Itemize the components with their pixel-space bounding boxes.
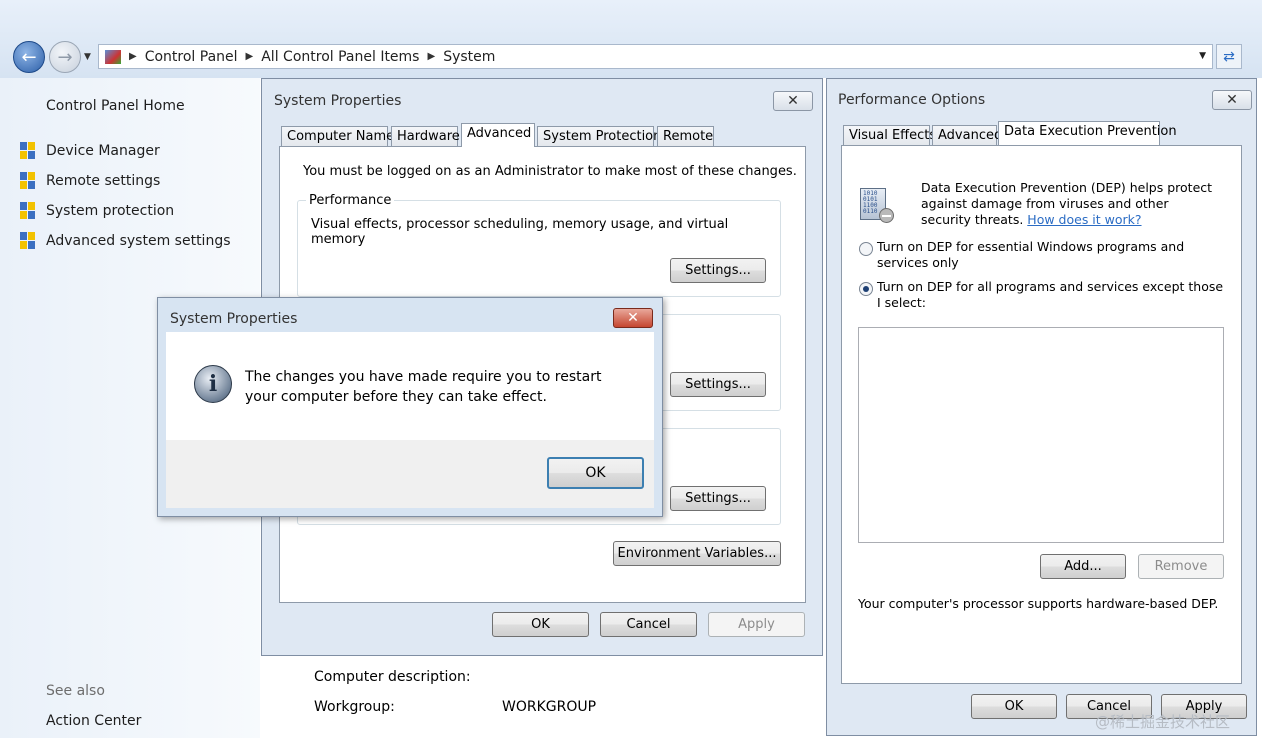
dep-exceptions-list[interactable] <box>858 327 1224 543</box>
see-also-heading: See also <box>46 683 105 699</box>
shield-icon <box>20 142 36 160</box>
tab-data-execution-prevention[interactable]: Data Execution Prevention <box>998 121 1177 145</box>
shield-icon <box>20 232 36 250</box>
close-button[interactable]: ✕ <box>773 91 813 111</box>
refresh-button[interactable]: ⇄ <box>1216 44 1242 69</box>
performance-settings-button[interactable]: Settings... <box>670 258 766 283</box>
dep-all-programs-label[interactable]: Turn on DEP for all programs and service… <box>877 279 1227 311</box>
control-panel-icon <box>105 49 121 64</box>
chevron-right-icon[interactable]: ▶ <box>246 51 254 62</box>
back-button[interactable]: ← <box>13 41 45 73</box>
dialog-title: System Properties <box>274 93 402 109</box>
forward-button[interactable]: → <box>49 41 81 73</box>
dialog-title: Performance Options <box>838 92 986 108</box>
refresh-icon: ⇄ <box>1223 48 1235 65</box>
startup-settings-button[interactable]: Settings... <box>670 486 766 511</box>
chevron-right-icon[interactable]: ▶ <box>129 51 137 62</box>
breadcrumb-system[interactable]: System <box>443 49 495 65</box>
remote-settings-link[interactable]: Remote settings <box>46 173 160 189</box>
device-manager-link[interactable]: Device Manager <box>46 143 160 159</box>
information-icon: i <box>194 365 232 403</box>
chevron-right-icon[interactable]: ▶ <box>427 51 435 62</box>
cancel-button[interactable]: Cancel <box>600 612 697 637</box>
watermark: @稀土掘金技术社区 <box>1095 713 1231 731</box>
back-arrow-icon: ← <box>21 46 37 68</box>
performance-description: Visual effects, processor scheduling, me… <box>311 217 729 247</box>
close-icon: ✕ <box>787 93 799 109</box>
address-dropdown-icon[interactable]: ▼ <box>1199 51 1206 61</box>
message-button-bar: OK <box>166 440 654 508</box>
dep-description: Data Execution Prevention (DEP) helps pr… <box>921 180 1217 228</box>
shield-icon <box>20 202 36 220</box>
ok-button[interactable]: OK <box>971 694 1057 719</box>
tab-system-protection[interactable]: System Protection <box>537 126 661 147</box>
admin-note: You must be logged on as an Administrato… <box>303 164 797 179</box>
user-profiles-settings-button[interactable]: Settings... <box>670 372 766 397</box>
environment-variables-button[interactable]: Environment Variables... <box>613 541 781 566</box>
dep-tab-panel: 1010 0101 1100 0110 Data Execution Preventi… <box>841 145 1242 684</box>
control-panel-home-link[interactable]: Control Panel Home <box>46 98 185 114</box>
dialog-title: System Properties <box>170 311 298 327</box>
dep-icon: 1010 0101 1100 0110 <box>858 186 896 224</box>
add-button[interactable]: Add... <box>1040 554 1126 579</box>
performance-legend: Performance <box>306 193 395 208</box>
restart-message-dialog: System Properties ✕ i The changes you ha… <box>157 297 663 517</box>
message-content: i The changes you have made require you … <box>166 332 654 440</box>
advanced-system-settings-link[interactable]: Advanced system settings <box>46 233 231 249</box>
breadcrumb-control-panel[interactable]: Control Panel <box>145 49 238 65</box>
tab-visual-effects[interactable]: Visual Effects <box>843 125 936 146</box>
forward-arrow-icon: → <box>57 46 73 68</box>
ok-button[interactable]: OK <box>547 457 644 489</box>
workgroup-value: WORKGROUP <box>502 699 597 715</box>
system-protection-link[interactable]: System protection <box>46 203 174 219</box>
close-button[interactable]: ✕ <box>613 308 653 328</box>
close-icon: ✕ <box>627 310 639 326</box>
performance-options-dialog: Performance Options ✕ Visual Effects Adv… <box>826 78 1257 736</box>
hardware-dep-note: Your computer's processor supports hardw… <box>858 596 1219 611</box>
dep-all-programs-radio[interactable] <box>859 282 873 296</box>
recent-pages-dropdown-icon[interactable]: ▼ <box>84 52 91 62</box>
remove-button[interactable]: Remove <box>1138 554 1224 579</box>
address-toolbar: ← → ▼ ▶ Control Panel ▶ All Control Pane… <box>0 0 1262 78</box>
action-center-link[interactable]: Action Center <box>46 713 141 729</box>
dep-essential-radio[interactable] <box>859 242 873 256</box>
tab-advanced[interactable]: Advanced <box>932 125 1002 146</box>
tab-computer-name[interactable]: Computer Name <box>281 126 394 147</box>
workgroup-label: Workgroup: <box>314 699 395 715</box>
apply-button[interactable]: Apply <box>708 612 805 637</box>
close-icon: ✕ <box>1226 92 1238 108</box>
radio-selected-dot <box>863 286 869 292</box>
address-field[interactable]: ▶ Control Panel ▶ All Control Panel Item… <box>98 44 1213 69</box>
computer-description-label: Computer description: <box>314 669 471 685</box>
how-does-it-work-link[interactable]: How does it work? <box>1027 212 1141 227</box>
ok-button[interactable]: OK <box>492 612 589 637</box>
tab-remote[interactable]: Remote <box>657 126 714 147</box>
tab-hardware[interactable]: Hardware <box>391 126 460 147</box>
close-button[interactable]: ✕ <box>1212 90 1252 110</box>
shield-icon <box>20 172 36 190</box>
tab-advanced[interactable]: Advanced <box>461 123 535 147</box>
restart-message: The changes you have made require you to… <box>245 369 602 405</box>
dep-essential-label[interactable]: Turn on DEP for essential Windows progra… <box>877 239 1227 271</box>
breadcrumb-all-items[interactable]: All Control Panel Items <box>261 49 419 65</box>
performance-group: Performance Visual effects, processor sc… <box>297 193 781 297</box>
